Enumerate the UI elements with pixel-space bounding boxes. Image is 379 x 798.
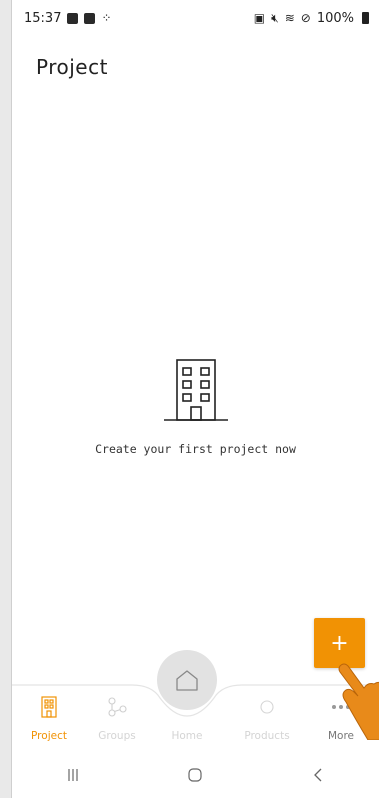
- battery-icon: [362, 12, 369, 24]
- status-left: 15:37 ⁘: [24, 10, 112, 26]
- app-notification-icon: ⁘: [101, 11, 111, 25]
- products-icon: [260, 700, 274, 714]
- status-bar: 15:37 ⁘ ▣ 🔇︎ ≋ ⊘ 100%: [12, 0, 379, 36]
- home-button[interactable]: [157, 650, 217, 710]
- empty-state: Create your first project now: [12, 356, 379, 456]
- home-system-button[interactable]: [165, 760, 225, 790]
- plus-icon: +: [330, 630, 349, 656]
- page-title: Project: [36, 55, 108, 79]
- wifi-icon: ≋: [284, 11, 295, 25]
- nav-label-groups: Groups: [98, 730, 136, 742]
- home-icon: [176, 670, 198, 691]
- app-screen: 15:37 ⁘ ▣ 🔇︎ ≋ ⊘ 100% Project Create you…: [12, 0, 379, 798]
- battery-percent: 100%: [316, 10, 354, 26]
- nav-item-project[interactable]: Project: [14, 696, 84, 742]
- device-frame-edge: [0, 0, 12, 798]
- system-navigation-bar: [12, 752, 379, 798]
- nav-item-products[interactable]: Products: [232, 696, 302, 742]
- recent-apps-button[interactable]: [43, 760, 103, 790]
- back-button[interactable]: [288, 760, 348, 790]
- do-not-disturb-icon: ⊘: [300, 11, 311, 25]
- nfc-icon: ▣: [253, 11, 266, 25]
- recent-apps-icon: [68, 769, 78, 781]
- gallery-notification-icon: [67, 12, 79, 24]
- mute-icon: 🔇︎: [271, 10, 279, 25]
- nav-label-project: Project: [31, 730, 67, 742]
- building-icon: [163, 359, 228, 421]
- building-icon: [41, 696, 57, 718]
- nav-item-groups[interactable]: Groups: [82, 696, 152, 742]
- status-time: 15:37: [24, 10, 62, 26]
- groups-icon: [108, 697, 127, 717]
- check-notification-icon: [84, 12, 96, 24]
- home-system-icon: [188, 768, 203, 782]
- back-icon: [313, 768, 322, 782]
- nav-label-home: Home: [171, 730, 203, 742]
- status-right: ▣ 🔇︎ ≋ ⊘ 100%: [254, 11, 369, 26]
- empty-state-message: Create your first project now: [95, 442, 296, 456]
- hand-pointer-icon: [338, 663, 379, 740]
- nav-label-products: Products: [244, 730, 290, 742]
